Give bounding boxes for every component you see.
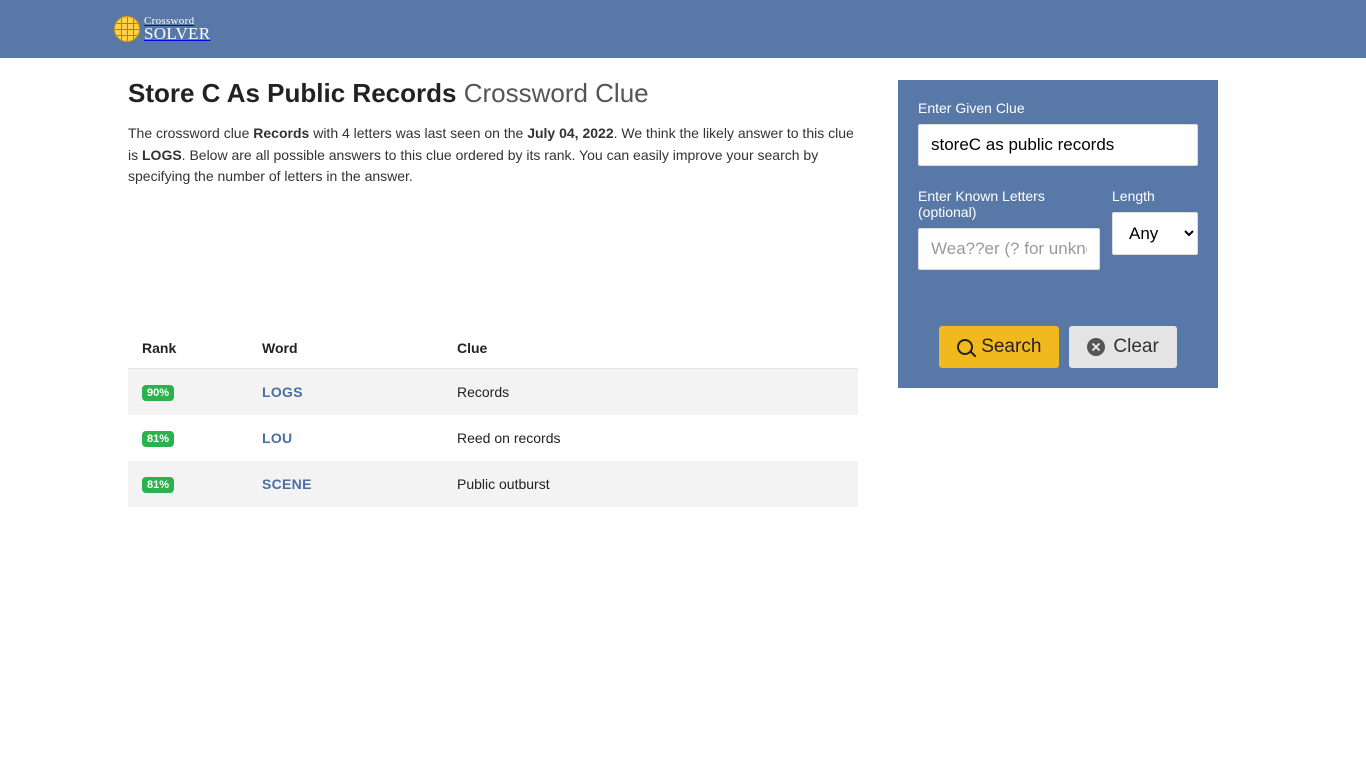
search-panel: Enter Given Clue Enter Known Letters (op… bbox=[898, 80, 1218, 388]
page-title-main: Store C As Public Records bbox=[128, 78, 456, 108]
search-button[interactable]: Search bbox=[939, 326, 1059, 368]
search-button-label: Search bbox=[981, 336, 1041, 358]
clue-cell: Public outburst bbox=[443, 461, 858, 507]
clear-button[interactable]: Clear bbox=[1069, 326, 1176, 368]
intro-date: July 04, 2022 bbox=[527, 125, 613, 141]
clear-icon bbox=[1087, 338, 1105, 356]
word-link[interactable]: SCENE bbox=[262, 476, 312, 492]
clue-cell: Records bbox=[443, 369, 858, 416]
col-header-clue: Clue bbox=[443, 328, 858, 369]
letters-label: Enter Known Letters (optional) bbox=[918, 188, 1100, 220]
site-header: Crossword SOLVER bbox=[0, 0, 1366, 58]
intro-prefix: The crossword clue bbox=[128, 125, 253, 141]
clue-cell: Reed on records bbox=[443, 415, 858, 461]
page-title-suffix: Crossword Clue bbox=[464, 78, 649, 108]
word-link[interactable]: LOU bbox=[262, 430, 292, 446]
clue-label: Enter Given Clue bbox=[918, 100, 1198, 116]
rank-badge: 90% bbox=[142, 385, 174, 401]
word-link[interactable]: LOGS bbox=[262, 384, 303, 400]
logo-text-bottom: SOLVER bbox=[144, 26, 210, 42]
table-row: 90% LOGS Records bbox=[128, 369, 858, 416]
table-row: 81% SCENE Public outburst bbox=[128, 461, 858, 507]
rank-badge: 81% bbox=[142, 477, 174, 493]
col-header-word: Word bbox=[248, 328, 443, 369]
clue-input[interactable] bbox=[918, 124, 1198, 166]
intro-text: The crossword clue Records with 4 letter… bbox=[128, 123, 858, 188]
length-select[interactable]: Any bbox=[1112, 212, 1198, 255]
table-row: 81% LOU Reed on records bbox=[128, 415, 858, 461]
letters-input[interactable] bbox=[918, 228, 1100, 270]
clear-button-label: Clear bbox=[1113, 336, 1158, 358]
intro-answer: LOGS bbox=[142, 147, 182, 163]
intro-clue: Records bbox=[253, 125, 309, 141]
search-icon bbox=[957, 339, 973, 355]
col-header-rank: Rank bbox=[128, 328, 248, 369]
main-content: Store C As Public Records Crossword Clue… bbox=[128, 78, 858, 507]
rank-badge: 81% bbox=[142, 431, 174, 447]
intro-mid1: with 4 letters was last seen on the bbox=[309, 125, 527, 141]
site-logo[interactable]: Crossword SOLVER bbox=[114, 16, 210, 43]
page-title: Store C As Public Records Crossword Clue bbox=[128, 78, 858, 109]
length-label: Length bbox=[1112, 188, 1198, 204]
logo-text: Crossword SOLVER bbox=[144, 16, 210, 43]
results-table: Rank Word Clue 90% LOGS Records 81% LOU … bbox=[128, 328, 858, 507]
logo-icon bbox=[114, 16, 140, 42]
intro-tail: . Below are all possible answers to this… bbox=[128, 147, 818, 185]
